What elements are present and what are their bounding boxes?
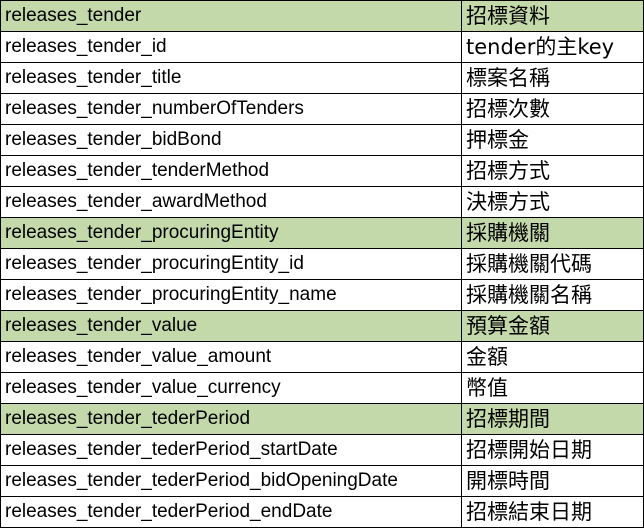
field-key-cell: releases_tender_procuringEntity bbox=[0, 217, 462, 249]
field-key-cell: releases_tender_procuringEntity_id bbox=[0, 248, 462, 280]
field-description-cell: 押標金 bbox=[461, 124, 644, 156]
table-row: releases_tender_tenderMethod 招標方式 bbox=[0, 155, 644, 187]
field-description-cell: 開標時間 bbox=[461, 465, 644, 497]
field-description-cell: 採購機關代碼 bbox=[461, 248, 644, 280]
table-row: releases_tender_tederPeriod_endDate 招標結束… bbox=[0, 496, 644, 528]
field-description-cell: 標案名稱 bbox=[461, 62, 644, 94]
field-description-cell: 金額 bbox=[461, 341, 644, 373]
field-description-cell: 預算金額 bbox=[461, 310, 644, 342]
field-key-cell: releases_tender_tenderMethod bbox=[0, 155, 462, 187]
field-key-cell: releases_tender_title bbox=[0, 62, 462, 94]
field-key-cell: releases_tender_tederPeriod bbox=[0, 403, 462, 435]
field-key-cell: releases_tender_awardMethod bbox=[0, 186, 462, 218]
table-row: releases_tender_value_amount 金額 bbox=[0, 341, 644, 373]
table-row: releases_tender_bidBond 押標金 bbox=[0, 124, 644, 156]
field-description-cell: tender的主key bbox=[461, 31, 644, 63]
field-description-cell: 招標結束日期 bbox=[461, 496, 644, 528]
field-description-cell: 幣值 bbox=[461, 372, 644, 404]
table-row: releases_tender_procuringEntity_name 採購機… bbox=[0, 279, 644, 311]
field-description-cell: 採購機關 bbox=[461, 217, 644, 249]
field-key-cell: releases_tender_tederPeriod_bidOpeningDa… bbox=[0, 465, 462, 497]
table-row: releases_tender_id tender的主key bbox=[0, 31, 644, 63]
field-key-cell: releases_tender_tederPeriod_startDate bbox=[0, 434, 462, 466]
field-key-cell: releases_tender_id bbox=[0, 31, 462, 63]
table-row: releases_tender_tederPeriod_startDate 招標… bbox=[0, 434, 644, 466]
table-row: releases_tender_tederPeriod_bidOpeningDa… bbox=[0, 465, 644, 497]
field-key-cell: releases_tender_numberOfTenders bbox=[0, 93, 462, 125]
field-description-cell: 採購機關名稱 bbox=[461, 279, 644, 311]
field-key-cell: releases_tender bbox=[0, 0, 462, 32]
field-description-cell: 招標開始日期 bbox=[461, 434, 644, 466]
field-key-cell: releases_tender_value_amount bbox=[0, 341, 462, 373]
table-row: releases_tender_procuringEntity_id 採購機關代… bbox=[0, 248, 644, 280]
field-mapping-table: releases_tender 招標資料 releases_tender_id … bbox=[0, 0, 644, 528]
field-key-cell: releases_tender_tederPeriod_endDate bbox=[0, 496, 462, 528]
table-row: releases_tender_awardMethod 決標方式 bbox=[0, 186, 644, 218]
field-description-cell: 決標方式 bbox=[461, 186, 644, 218]
table-row: releases_tender_numberOfTenders 招標次數 bbox=[0, 93, 644, 125]
group-header-row: releases_tender 招標資料 bbox=[0, 0, 644, 32]
group-header-row: releases_tender_tederPeriod 招標期間 bbox=[0, 403, 644, 435]
table-row: releases_tender_title 標案名稱 bbox=[0, 62, 644, 94]
field-mapping-table-body: releases_tender 招標資料 releases_tender_id … bbox=[0, 0, 644, 528]
field-description-cell: 招標次數 bbox=[461, 93, 644, 125]
group-header-row: releases_tender_value 預算金額 bbox=[0, 310, 644, 342]
field-key-cell: releases_tender_bidBond bbox=[0, 124, 462, 156]
group-header-row: releases_tender_procuringEntity 採購機關 bbox=[0, 217, 644, 249]
field-key-cell: releases_tender_value bbox=[0, 310, 462, 342]
table-row: releases_tender_value_currency 幣值 bbox=[0, 372, 644, 404]
field-key-cell: releases_tender_procuringEntity_name bbox=[0, 279, 462, 311]
field-description-cell: 招標方式 bbox=[461, 155, 644, 187]
field-description-cell: 招標資料 bbox=[461, 0, 644, 32]
field-description-cell: 招標期間 bbox=[461, 403, 644, 435]
field-key-cell: releases_tender_value_currency bbox=[0, 372, 462, 404]
